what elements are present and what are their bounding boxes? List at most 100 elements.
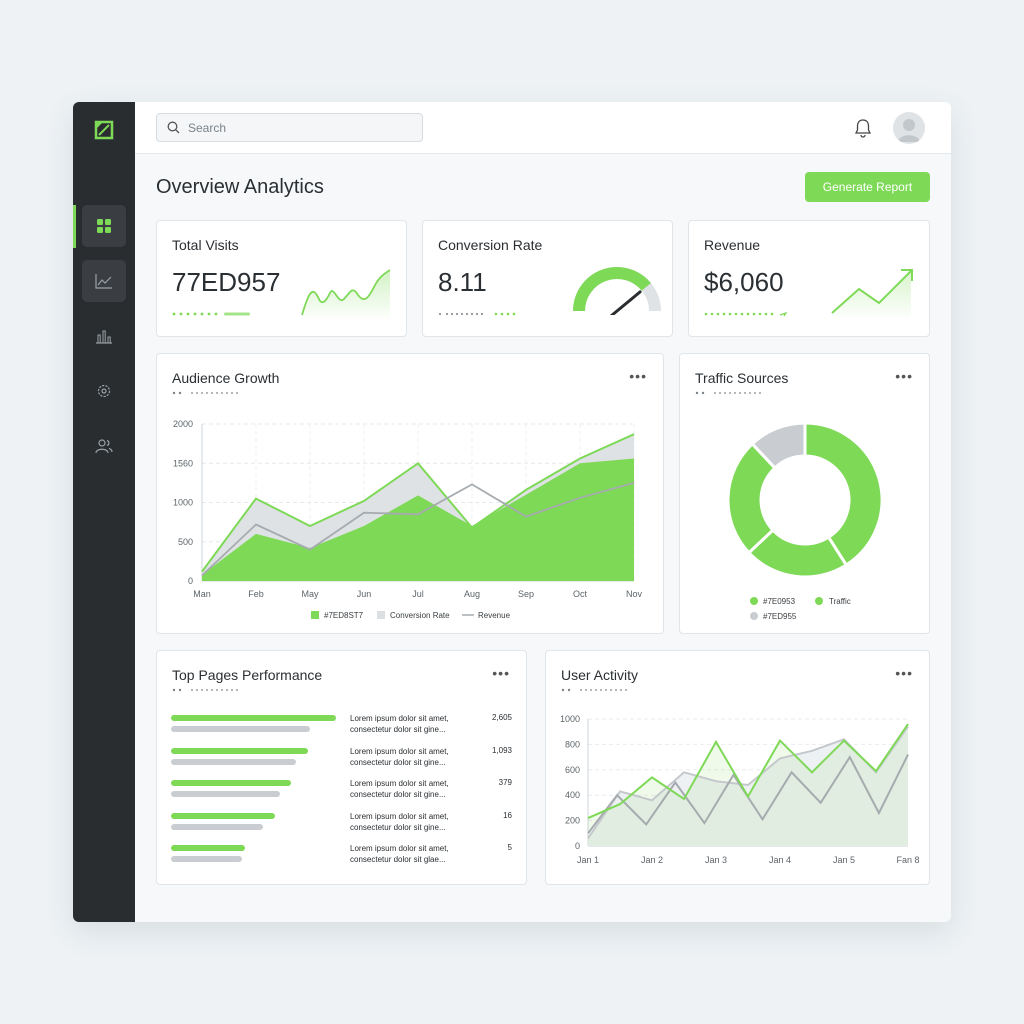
y-tick-label: 2000 <box>173 419 193 429</box>
page-row-label[interactable]: Lorem ipsum dolor sit amet, consectetur d… <box>350 746 480 768</box>
card-title: Top Pages Performance <box>172 667 323 683</box>
y-tick-label: 1560 <box>173 458 193 468</box>
kpi-value: 77ED957 <box>172 267 281 297</box>
x-tick-label: Aug <box>464 589 480 599</box>
legend-label: #7ED955 <box>763 612 797 621</box>
more-options-icon[interactable]: ••• <box>895 368 913 384</box>
y-tick-label: 0 <box>188 576 193 586</box>
card-title: User Activity <box>561 667 639 683</box>
x-tick-label: Jul <box>412 589 424 599</box>
y-tick-label: 200 <box>565 816 580 826</box>
line-chart-icon <box>95 274 112 289</box>
page-row-subtitle: consectetur dolor sit gine... <box>350 757 446 767</box>
sidebar-item-dashboard[interactable] <box>82 205 126 247</box>
legend-label: #7ED8ST7 <box>324 611 364 620</box>
kpi-title: Total Visits <box>172 237 239 253</box>
x-tick-label: Jan 1 <box>577 855 599 865</box>
user-activity-card: User Activity ••• 1000 800 600 400 200 0 Jan 1… <box>545 650 930 885</box>
page-row-value: 5 <box>507 843 512 852</box>
page-row-subtitle: consectetur dolor sit gine... <box>350 725 446 734</box>
page-row-label[interactable]: Lorem ipsum dolor sit amet, consectetur d… <box>350 778 480 800</box>
page-bar-primary <box>171 780 291 786</box>
legend-label: #7E0953 <box>763 597 796 606</box>
page-row-label[interactable]: Lorem ipsum dolor sit amet, consectetur d… <box>350 811 480 833</box>
card-subtitle-dots <box>172 391 238 395</box>
user-avatar[interactable] <box>893 112 925 144</box>
y-tick-label: 600 <box>565 765 580 775</box>
search-input[interactable] <box>188 120 408 135</box>
search-icon <box>167 121 180 134</box>
x-tick-label: Feb <box>248 589 264 599</box>
card-subtitle-dots <box>561 688 627 692</box>
x-tick-label: Jun <box>357 589 372 599</box>
x-tick-label: May <box>301 589 319 599</box>
page-bar-secondary <box>171 726 310 732</box>
app-window: Overview Analytics Generate Report Total… <box>73 102 951 922</box>
visits-sparkline <box>301 269 391 321</box>
legend-swatch <box>377 611 385 619</box>
page-bar-primary <box>171 845 245 851</box>
nav-active-indicator <box>73 205 76 248</box>
page-row-value: 1,093 <box>491 745 512 755</box>
page-row-subtitle: consectetur dolor sit gine... <box>350 822 446 832</box>
card-title: Traffic Sources <box>695 370 789 386</box>
users-icon <box>95 439 113 454</box>
y-tick-label: 500 <box>178 537 193 547</box>
page-bar-secondary <box>171 856 242 862</box>
page-bar-primary <box>171 715 336 721</box>
sidebar-item-reports[interactable] <box>82 315 126 357</box>
page-row-label[interactable]: Lorem ipsum dolor sit amet, consectetur d… <box>350 713 480 735</box>
top-bar <box>135 102 951 154</box>
x-tick-label: Man <box>193 589 211 599</box>
generate-report-button[interactable]: Generate Report <box>805 172 930 202</box>
more-options-icon[interactable]: ••• <box>629 368 647 384</box>
more-options-icon[interactable]: ••• <box>895 665 913 681</box>
y-tick-label: 1000 <box>560 714 580 724</box>
x-tick-label: Jan 5 <box>833 855 855 865</box>
user-activity-chart: 1000 800 600 400 200 0 Jan 1 Jan 2 Jan 3 Jan 4 Jan… <box>560 714 920 865</box>
audience-growth-card: Audience Growth ••• 2000 1560 1000 500 0 Man F… <box>156 353 664 634</box>
legend-label: Traffic <box>829 597 851 606</box>
kpi-value: 8.11 <box>438 267 487 297</box>
page-row-value: 2,605 <box>491 713 512 722</box>
y-tick-label: 0 <box>575 841 580 851</box>
x-tick-label: Nov <box>626 589 643 599</box>
page-bar-secondary <box>171 823 263 830</box>
notification-bell-icon[interactable] <box>854 118 872 138</box>
kpi-caption-dots <box>438 312 516 316</box>
kpi-title: Revenue <box>704 237 761 253</box>
x-tick-label: Jan 2 <box>641 855 663 865</box>
page-bar-primary <box>171 747 308 754</box>
page-row-title: Lorem ipsum dolor sit amet, <box>350 779 449 788</box>
x-tick-label: Fan 8 <box>896 855 919 865</box>
legend-label: Revenue <box>478 611 511 620</box>
revenue-trend-line <box>831 269 913 321</box>
avatar-silhouette-icon <box>898 119 920 142</box>
kpi-value: $6,060 <box>704 267 784 297</box>
x-tick-label: Jan 3 <box>705 855 727 865</box>
card-subtitle-dots <box>695 391 761 395</box>
sidebar-item-users[interactable] <box>82 425 126 467</box>
page-row-title: Lorem ipsum dolor sit amet, <box>350 746 449 756</box>
legend-swatch <box>750 597 758 605</box>
kpi-caption-dots <box>704 311 788 317</box>
legend-swatch <box>815 597 823 605</box>
legend-swatch <box>750 612 758 620</box>
more-options-icon[interactable]: ••• <box>492 665 510 681</box>
kpi-card-conversion-rate: Conversion Rate 8.11 <box>422 220 673 337</box>
page-bar-primary <box>171 812 275 819</box>
sidebar-item-settings[interactable] <box>82 370 126 412</box>
traffic-donut-chart <box>726 421 884 579</box>
y-tick-label: 1000 <box>173 498 193 508</box>
page-row-label[interactable]: Lorem ipsum dolor sit amet, consectetur d… <box>350 843 480 865</box>
audience-growth-chart: 2000 1560 1000 500 0Man Feb May Jun Jul Aug Sep Oct… <box>173 419 643 620</box>
sidebar-item-analytics[interactable] <box>82 260 126 302</box>
x-tick-label: Jan 4 <box>769 855 791 865</box>
search-box[interactable] <box>156 113 423 142</box>
card-title: Audience Growth <box>172 370 280 386</box>
kpi-card-revenue: Revenue $6,060 <box>688 220 930 337</box>
kpi-card-total-visits: Total Visits 77ED957 <box>156 220 407 337</box>
card-subtitle-dots <box>172 688 238 692</box>
y-tick-label: 800 <box>565 739 580 749</box>
traffic-legend: #7E0953 Traffic #7ED955 <box>750 597 851 621</box>
